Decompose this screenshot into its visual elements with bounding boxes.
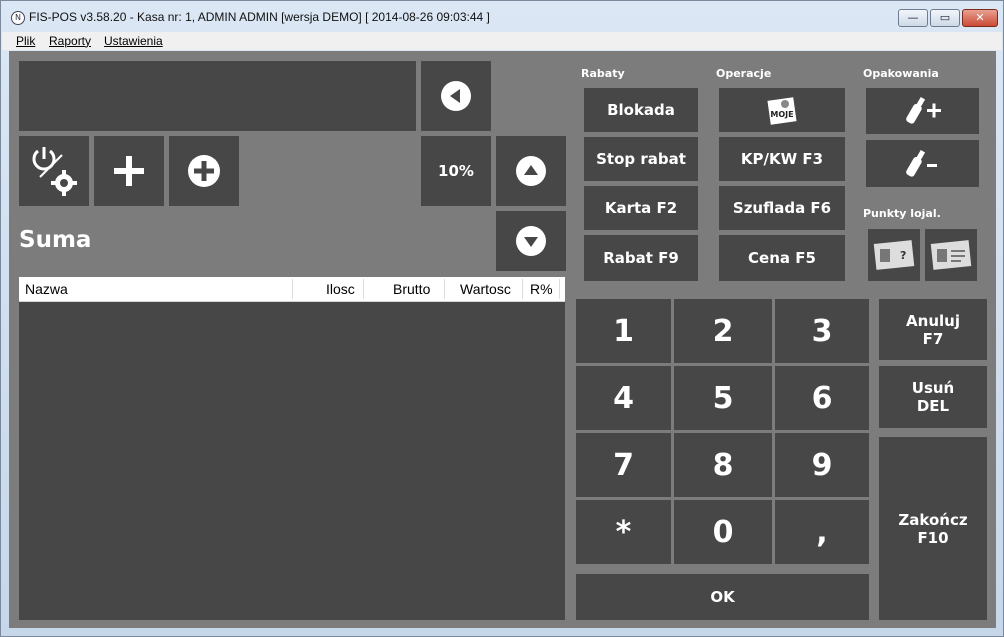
svg-text:MOJE: MOJE — [770, 110, 793, 119]
plus-icon — [114, 156, 144, 186]
key-4[interactable]: 4 — [576, 366, 671, 430]
blokada-button[interactable]: Blokada — [584, 88, 698, 132]
key-asterisk[interactable]: * — [576, 500, 671, 564]
col-brutto[interactable]: Brutto — [393, 281, 430, 297]
menu-raporty[interactable]: Raporty — [49, 34, 91, 48]
key-9[interactable]: 9 — [775, 433, 869, 497]
arrow-up-icon — [516, 156, 546, 186]
zakoncz-button[interactable]: Zakończ F10 — [879, 437, 987, 620]
karta-button[interactable]: Karta F2 — [584, 186, 698, 230]
usun-button[interactable]: Usuń DEL — [879, 366, 987, 428]
increase-quantity-button[interactable] — [169, 136, 239, 206]
col-rabat[interactable]: R% — [530, 281, 553, 297]
items-table-header: Nazwa Ilosc Brutto Wartosc R% — [19, 277, 565, 302]
col-nazwa[interactable]: Nazwa — [25, 281, 68, 297]
key-1[interactable]: 1 — [576, 299, 671, 363]
key-comma[interactable]: , — [775, 500, 869, 564]
scroll-up-button[interactable] — [496, 136, 566, 206]
add-packaging-button[interactable] — [866, 88, 979, 134]
close-button[interactable]: ✕ — [962, 9, 998, 27]
loyalty-check-button[interactable]: ? — [868, 229, 920, 281]
power-gear-icon — [32, 147, 77, 196]
key-8[interactable]: 8 — [674, 433, 772, 497]
title-bar[interactable]: N FIS-POS v3.58.20 - Kasa nr: 1, ADMIN A… — [1, 1, 1003, 31]
key-6[interactable]: 6 — [775, 366, 869, 430]
anuluj-button[interactable]: Anuluj F7 — [879, 299, 987, 360]
key-7[interactable]: 7 — [576, 433, 671, 497]
app-window: N FIS-POS v3.58.20 - Kasa nr: 1, ADMIN A… — [0, 0, 1004, 637]
key-0[interactable]: 0 — [674, 500, 772, 564]
add-item-button[interactable] — [94, 136, 164, 206]
key-2[interactable]: 2 — [674, 299, 772, 363]
loyalty-card-icon — [930, 240, 972, 270]
rabaty-group-label: Rabaty — [581, 67, 625, 80]
plus-circle-icon — [188, 155, 220, 187]
col-wartosc[interactable]: Wartosc — [460, 281, 511, 297]
loyalty-card-button[interactable] — [925, 229, 977, 281]
rabat-button[interactable]: Rabat F9 — [584, 235, 698, 281]
bottle-minus-icon — [905, 149, 937, 177]
operacje-group-label: Operacje — [716, 67, 772, 80]
opakowania-group-label: Opakowania — [863, 67, 939, 80]
scroll-down-button[interactable] — [496, 211, 566, 271]
arrow-left-icon — [441, 81, 471, 111]
loyalty-card-question-icon: ? — [873, 240, 915, 270]
items-table-body[interactable] — [19, 302, 565, 620]
moje-rachunki-button[interactable]: MOJE — [719, 88, 845, 132]
ok-button[interactable]: OK — [576, 574, 869, 620]
maximize-button[interactable]: ▭ — [930, 9, 960, 27]
bottle-plus-icon — [905, 97, 941, 124]
arrow-down-icon — [516, 226, 546, 256]
menu-ustawienia[interactable]: Ustawienia — [104, 34, 163, 48]
logout-settings-button[interactable] — [19, 136, 89, 206]
menu-bar: Plik Raporty Ustawienia — [2, 32, 1002, 50]
discount-10-button[interactable]: 10% — [421, 136, 491, 206]
svg-text:?: ? — [900, 249, 906, 262]
total-label: Suma — [19, 227, 92, 253]
key-3[interactable]: 3 — [775, 299, 869, 363]
remove-packaging-button[interactable] — [866, 140, 979, 187]
moje-rachunki-icon: MOJE — [767, 97, 797, 125]
menu-plik[interactable]: Plik — [16, 34, 35, 48]
stop-rabat-button[interactable]: Stop rabat — [584, 137, 698, 181]
fis-pos-logo-icon: N — [11, 11, 25, 25]
col-ilosc[interactable]: Ilosc — [326, 281, 355, 297]
window-title: FIS-POS v3.58.20 - Kasa nr: 1, ADMIN ADM… — [29, 10, 490, 24]
amount-display — [19, 61, 416, 131]
minimize-button[interactable]: — — [898, 9, 928, 27]
key-5[interactable]: 5 — [674, 366, 772, 430]
cena-button[interactable]: Cena F5 — [719, 235, 845, 281]
punkty-group-label: Punkty lojal. — [863, 207, 941, 220]
kp-kw-button[interactable]: KP/KW F3 — [719, 137, 845, 181]
backspace-button[interactable] — [421, 61, 491, 131]
pos-main-panel: 10% Suma Nazwa Ilosc Brutto Wartosc R% R… — [9, 51, 996, 628]
szuflada-button[interactable]: Szuflada F6 — [719, 186, 845, 230]
